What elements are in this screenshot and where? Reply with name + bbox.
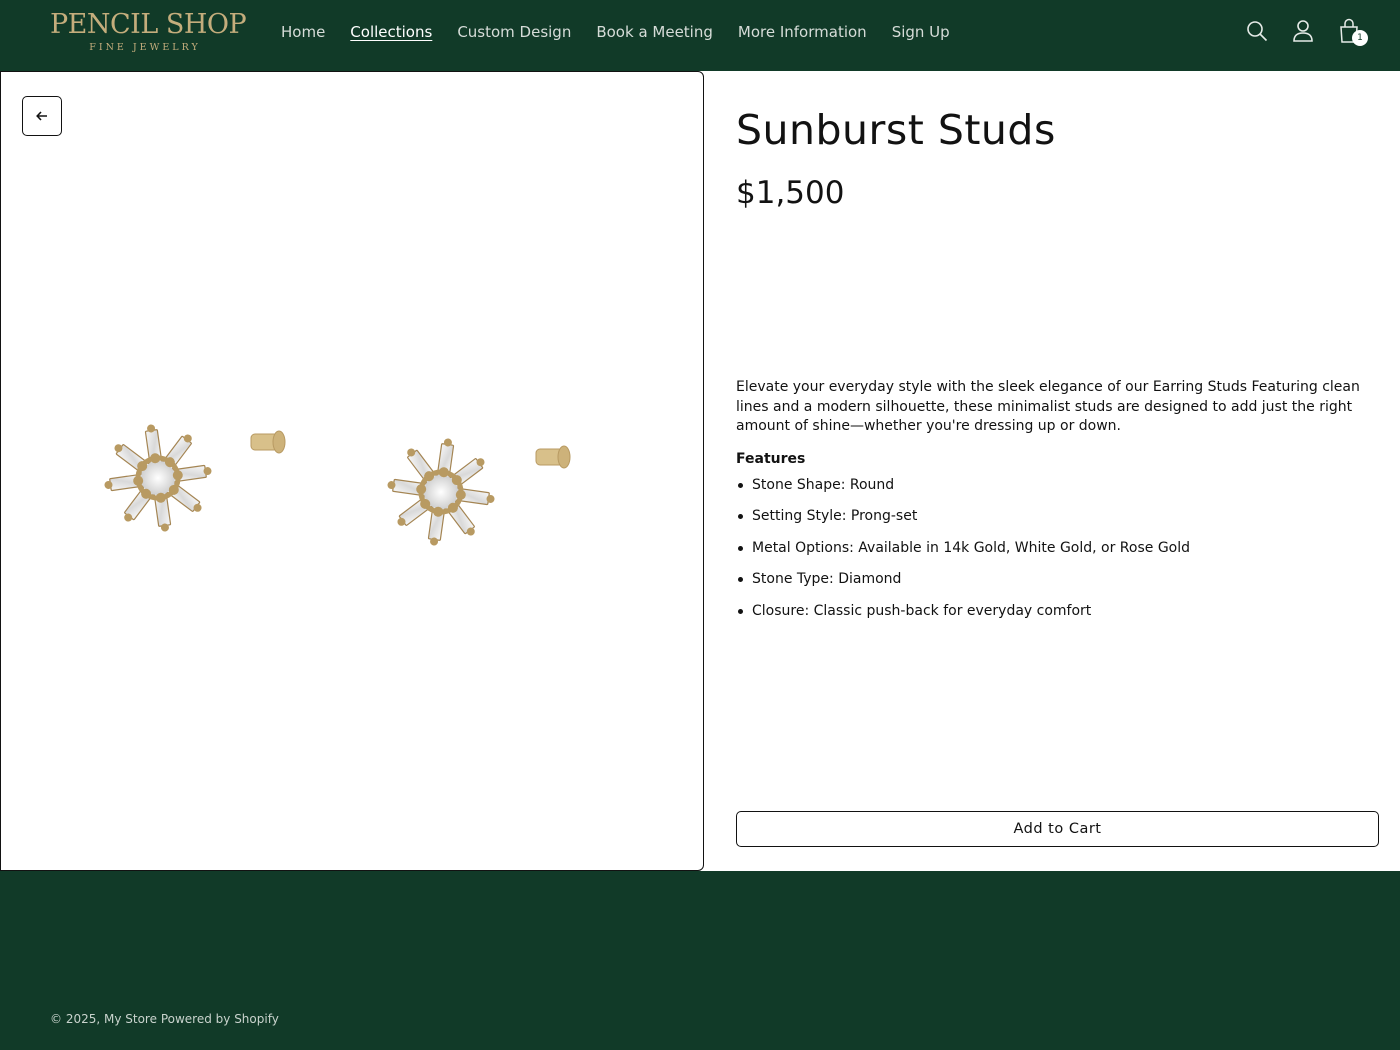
product-title: Sunburst Studs bbox=[736, 106, 1056, 154]
list-item: Closure: Classic push-back for everyday … bbox=[736, 601, 1361, 621]
features-list: Stone Shape: Round Setting Style: Prong-… bbox=[736, 475, 1361, 621]
header-icons: 1 bbox=[1244, 16, 1368, 46]
store-logo[interactable]: PENCIL SHOP FINE JEWELRY bbox=[50, 9, 247, 55]
product-image bbox=[41, 352, 571, 622]
nav-collections[interactable]: Collections bbox=[350, 21, 432, 43]
logo-title: PENCIL SHOP bbox=[50, 9, 247, 40]
main-nav: Home Collections Custom Design Book a Me… bbox=[281, 21, 975, 43]
footer-copyright: © 2025, My Store Powered by Shopify bbox=[50, 1012, 279, 1026]
powered-by-link[interactable]: Powered by Shopify bbox=[161, 1012, 279, 1026]
features-heading: Features bbox=[736, 450, 806, 467]
search-icon[interactable] bbox=[1244, 16, 1270, 46]
nav-sign-up[interactable]: Sign Up bbox=[892, 21, 950, 43]
product-media bbox=[0, 71, 704, 871]
list-item: Metal Options: Available in 14k Gold, Wh… bbox=[736, 538, 1361, 558]
account-icon[interactable] bbox=[1290, 16, 1316, 46]
add-to-cart-button[interactable]: Add to Cart bbox=[736, 811, 1379, 847]
product-price: $1,500 bbox=[736, 175, 845, 211]
nav-custom-design[interactable]: Custom Design bbox=[457, 21, 571, 43]
store-link[interactable]: My Store bbox=[104, 1012, 157, 1026]
site-header: PENCIL SHOP FINE JEWELRY Home Collection… bbox=[0, 0, 1400, 71]
arrow-left-icon bbox=[36, 111, 47, 121]
logo-subtitle: FINE JEWELRY bbox=[89, 42, 201, 53]
product-info: Sunburst Studs $1,500 Elevate your every… bbox=[736, 71, 1380, 619]
list-item: Stone Type: Diamond bbox=[736, 569, 1361, 589]
list-item: Stone Shape: Round bbox=[736, 475, 1361, 495]
cart-count-badge: 1 bbox=[1352, 30, 1368, 46]
back-button[interactable] bbox=[22, 96, 62, 136]
copyright-text: © 2025, bbox=[50, 1012, 101, 1026]
nav-book-a-meeting[interactable]: Book a Meeting bbox=[596, 21, 713, 43]
product-description-block: Elevate your everyday style with the sle… bbox=[736, 378, 1361, 632]
cart-icon[interactable]: 1 bbox=[1336, 16, 1368, 46]
nav-more-information[interactable]: More Information bbox=[738, 21, 867, 43]
list-item: Setting Style: Prong-set bbox=[736, 506, 1361, 526]
product-description: Elevate your everyday style with the sle… bbox=[736, 379, 1360, 434]
nav-home[interactable]: Home bbox=[281, 21, 325, 43]
site-footer: © 2025, My Store Powered by Shopify bbox=[0, 871, 1400, 1050]
